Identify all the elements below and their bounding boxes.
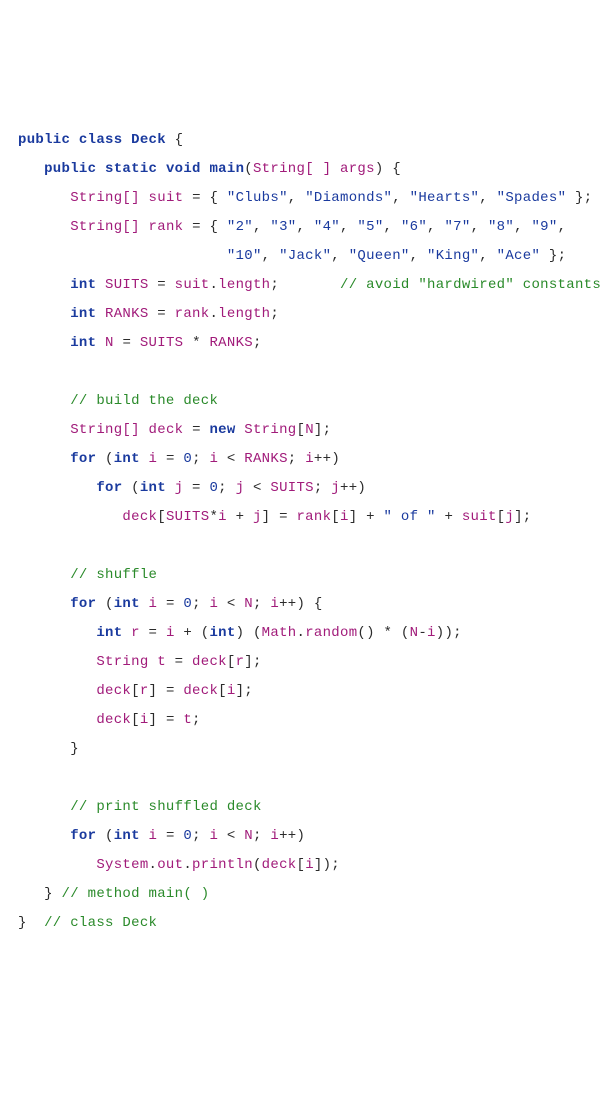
code-line: deck[i] = t; — [18, 712, 201, 728]
brace: { — [392, 161, 401, 177]
code-line: for (int i = 0; i < RANKS; i++) — [18, 451, 340, 467]
keyword: for — [70, 451, 96, 467]
keyword: for — [70, 828, 96, 844]
code-line: // print shuffled deck — [18, 799, 262, 815]
string: "5" — [357, 219, 383, 235]
var: suit — [149, 190, 184, 206]
code-line: for (int j = 0; j < SUITS; j++) — [18, 480, 366, 496]
code-line: // build the deck — [18, 393, 218, 409]
code-line: } — [18, 741, 79, 757]
paren: ( — [244, 161, 253, 177]
var: rank — [149, 219, 184, 235]
string: "Clubs" — [227, 190, 288, 206]
code-line: int r = i + (int) (Math.random() * (N-i)… — [18, 625, 462, 641]
code-line: String t = deck[r]; — [18, 654, 262, 670]
keyword: public — [18, 132, 70, 148]
keyword: void — [166, 161, 201, 177]
comment: // build the deck — [70, 393, 218, 409]
string: "4" — [314, 219, 340, 235]
code-line: } // method main( ) — [18, 886, 209, 902]
brace: { — [175, 132, 184, 148]
string: "3" — [270, 219, 296, 235]
comment: // print shuffled deck — [70, 799, 261, 815]
code-line: int RANKS = rank.length; — [18, 306, 279, 322]
code-line: } // class Deck — [18, 915, 157, 931]
string: "7" — [444, 219, 470, 235]
string: "8" — [488, 219, 514, 235]
code-line: public static void main(String[ ] args) … — [18, 161, 401, 177]
code-line: int N = SUITS * RANKS; — [18, 335, 262, 351]
method-name: main — [209, 161, 244, 177]
comment: // avoid "hardwired" constants — [340, 277, 601, 293]
keyword: for — [70, 596, 96, 612]
type: String — [244, 422, 296, 438]
var: RANKS — [105, 306, 149, 322]
string: "10" — [227, 248, 262, 264]
class-name: Deck — [131, 132, 166, 148]
type: String[] — [70, 219, 140, 235]
code-line: String[] deck = new String[N]; — [18, 422, 331, 438]
string: "Spades" — [497, 190, 567, 206]
string: " of " — [384, 509, 436, 525]
keyword: int — [70, 335, 96, 351]
string: "King" — [427, 248, 479, 264]
code-line: public class Deck { — [18, 132, 183, 148]
type: String[] — [70, 422, 140, 438]
param: args — [340, 161, 375, 177]
comment: // method main( ) — [62, 886, 210, 902]
number: 0 — [183, 451, 192, 467]
var: SUITS — [105, 277, 149, 293]
var: N — [105, 335, 114, 351]
code-line: System.out.println(deck[i]); — [18, 857, 340, 873]
keyword: for — [96, 480, 122, 496]
code-line: String[] rank = { "2", "3", "4", "5", "6… — [18, 219, 566, 235]
string: "Queen" — [349, 248, 410, 264]
var: deck — [149, 422, 184, 438]
comment: // shuffle — [70, 567, 157, 583]
code-line: "10", "Jack", "Queen", "King", "Ace" }; — [18, 248, 566, 264]
code-block: public class Deck { public static void m… — [18, 126, 598, 938]
keyword: int — [70, 277, 96, 293]
code-line: String[] suit = { "Clubs", "Diamonds", "… — [18, 190, 592, 206]
code-line: // shuffle — [18, 567, 157, 583]
string: "Ace" — [497, 248, 541, 264]
keyword: public — [44, 161, 96, 177]
paren: ) — [375, 161, 384, 177]
string: "2" — [227, 219, 253, 235]
keyword: new — [209, 422, 235, 438]
code-line: int SUITS = suit.length; // avoid "hardw… — [18, 277, 601, 293]
string: "Diamonds" — [305, 190, 392, 206]
code-line: for (int i = 0; i < N; i++) { — [18, 596, 323, 612]
keyword: class — [79, 132, 123, 148]
code-line: for (int i = 0; i < N; i++) — [18, 828, 305, 844]
string: "6" — [401, 219, 427, 235]
keyword: static — [105, 161, 157, 177]
type: String[ ] — [253, 161, 331, 177]
string: "Hearts" — [410, 190, 480, 206]
code-line: deck[SUITS*i + j] = rank[i] + " of " + s… — [18, 509, 531, 525]
keyword: int — [70, 306, 96, 322]
comment: // class Deck — [44, 915, 157, 931]
code-line: deck[r] = deck[i]; — [18, 683, 253, 699]
string: "Jack" — [279, 248, 331, 264]
type: String[] — [70, 190, 140, 206]
string: "9" — [531, 219, 557, 235]
op: = — [192, 190, 201, 206]
